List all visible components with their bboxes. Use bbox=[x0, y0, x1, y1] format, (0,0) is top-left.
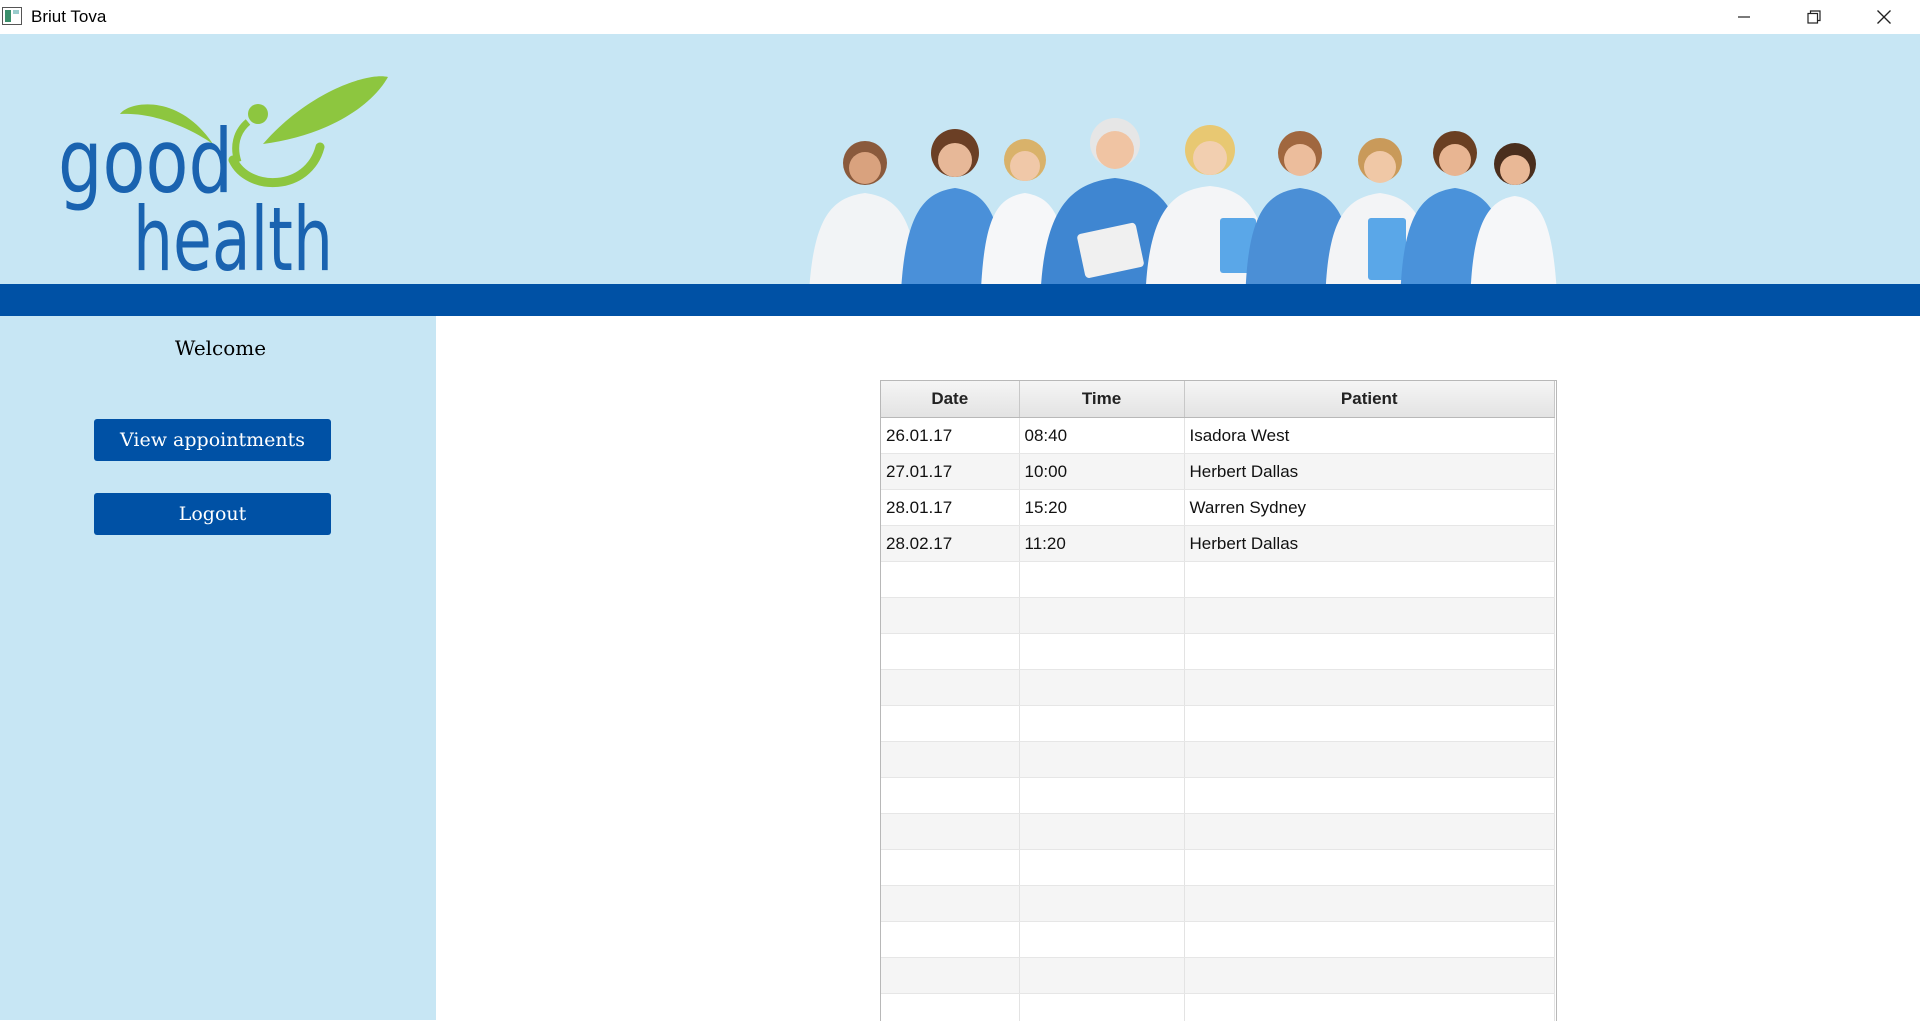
minimize-button[interactable] bbox=[1709, 0, 1779, 34]
empty-cell bbox=[1184, 778, 1555, 814]
empty-cell bbox=[1184, 742, 1555, 778]
cell-patient: Herbert Dallas bbox=[1184, 454, 1555, 490]
cell-date: 28.02.17 bbox=[881, 526, 1019, 562]
empty-cell bbox=[881, 706, 1019, 742]
empty-table-row bbox=[881, 706, 1555, 742]
empty-cell bbox=[881, 778, 1019, 814]
empty-cell bbox=[1184, 850, 1555, 886]
empty-cell bbox=[881, 958, 1019, 994]
table-row[interactable]: 28.02.17 11:20 Herbert Dallas bbox=[881, 526, 1555, 562]
cell-time: 11:20 bbox=[1019, 526, 1184, 562]
sidebar: Welcome View appointments Logout bbox=[0, 316, 436, 1020]
column-header-patient[interactable]: Patient bbox=[1184, 381, 1555, 418]
cell-date: 26.01.17 bbox=[881, 418, 1019, 454]
empty-cell bbox=[1184, 958, 1555, 994]
empty-table-row bbox=[881, 994, 1555, 1021]
empty-cell bbox=[1019, 814, 1184, 850]
empty-table-row bbox=[881, 886, 1555, 922]
empty-cell bbox=[881, 922, 1019, 958]
column-header-date[interactable]: Date bbox=[881, 381, 1019, 418]
empty-table-row bbox=[881, 778, 1555, 814]
header-divider-bar bbox=[0, 284, 1920, 316]
restore-button[interactable] bbox=[1779, 0, 1849, 34]
empty-cell bbox=[881, 598, 1019, 634]
empty-cell bbox=[881, 562, 1019, 598]
close-icon bbox=[1876, 9, 1892, 25]
cell-patient: Isadora West bbox=[1184, 418, 1555, 454]
empty-cell bbox=[881, 994, 1019, 1021]
empty-cell bbox=[881, 742, 1019, 778]
empty-cell bbox=[1184, 706, 1555, 742]
empty-cell bbox=[1019, 922, 1184, 958]
restore-icon bbox=[1806, 9, 1822, 25]
cell-time: 10:00 bbox=[1019, 454, 1184, 490]
empty-cell bbox=[1184, 634, 1555, 670]
empty-cell bbox=[881, 886, 1019, 922]
empty-cell bbox=[1184, 994, 1555, 1021]
empty-cell bbox=[1019, 994, 1184, 1021]
empty-cell bbox=[1184, 814, 1555, 850]
view-appointments-button[interactable]: View appointments bbox=[94, 419, 331, 461]
minimize-icon bbox=[1736, 9, 1752, 25]
empty-cell bbox=[881, 814, 1019, 850]
cell-time: 08:40 bbox=[1019, 418, 1184, 454]
app-icon bbox=[2, 7, 22, 25]
empty-cell bbox=[1019, 850, 1184, 886]
empty-cell bbox=[1184, 886, 1555, 922]
empty-table-row bbox=[881, 922, 1555, 958]
cell-date: 27.01.17 bbox=[881, 454, 1019, 490]
table-row[interactable]: 27.01.17 10:00 Herbert Dallas bbox=[881, 454, 1555, 490]
empty-cell bbox=[881, 670, 1019, 706]
empty-table-row bbox=[881, 670, 1555, 706]
table-row[interactable]: 26.01.17 08:40 Isadora West bbox=[881, 418, 1555, 454]
empty-cell bbox=[1019, 886, 1184, 922]
logout-button[interactable]: Logout bbox=[94, 493, 331, 535]
empty-cell bbox=[1019, 706, 1184, 742]
empty-cell bbox=[1019, 958, 1184, 994]
empty-cell bbox=[881, 634, 1019, 670]
empty-cell bbox=[1019, 778, 1184, 814]
table-header-row: Date Time Patient bbox=[881, 381, 1555, 418]
empty-cell bbox=[881, 850, 1019, 886]
empty-cell bbox=[1019, 598, 1184, 634]
empty-cell bbox=[1184, 598, 1555, 634]
empty-cell bbox=[1019, 562, 1184, 598]
empty-cell bbox=[1019, 742, 1184, 778]
medical-staff-image bbox=[800, 68, 1560, 284]
cell-date: 28.01.17 bbox=[881, 490, 1019, 526]
empty-cell bbox=[1019, 670, 1184, 706]
empty-cell bbox=[1019, 634, 1184, 670]
column-header-time[interactable]: Time bbox=[1019, 381, 1184, 418]
appointments-table[interactable]: Date Time Patient 26.01.17 08:40 Isadora… bbox=[880, 380, 1557, 1021]
empty-cell bbox=[1184, 922, 1555, 958]
cell-patient: Warren Sydney bbox=[1184, 490, 1555, 526]
close-button[interactable] bbox=[1849, 0, 1919, 34]
empty-table-row bbox=[881, 814, 1555, 850]
welcome-label: Welcome bbox=[0, 336, 441, 360]
cell-time: 15:20 bbox=[1019, 490, 1184, 526]
empty-table-row bbox=[881, 958, 1555, 994]
empty-table-row bbox=[881, 850, 1555, 886]
empty-table-row bbox=[881, 562, 1555, 598]
empty-table-row bbox=[881, 634, 1555, 670]
empty-table-row bbox=[881, 598, 1555, 634]
cell-patient: Herbert Dallas bbox=[1184, 526, 1555, 562]
header-banner: good health bbox=[0, 34, 1920, 284]
good-health-logo: good health bbox=[58, 52, 398, 284]
empty-cell bbox=[1184, 562, 1555, 598]
table-row[interactable]: 28.01.17 15:20 Warren Sydney bbox=[881, 490, 1555, 526]
logo-text-health: health bbox=[133, 188, 333, 284]
window-title: Briut Tova bbox=[31, 7, 106, 27]
empty-cell bbox=[1184, 670, 1555, 706]
empty-table-row bbox=[881, 742, 1555, 778]
title-bar: Briut Tova bbox=[0, 0, 1920, 34]
